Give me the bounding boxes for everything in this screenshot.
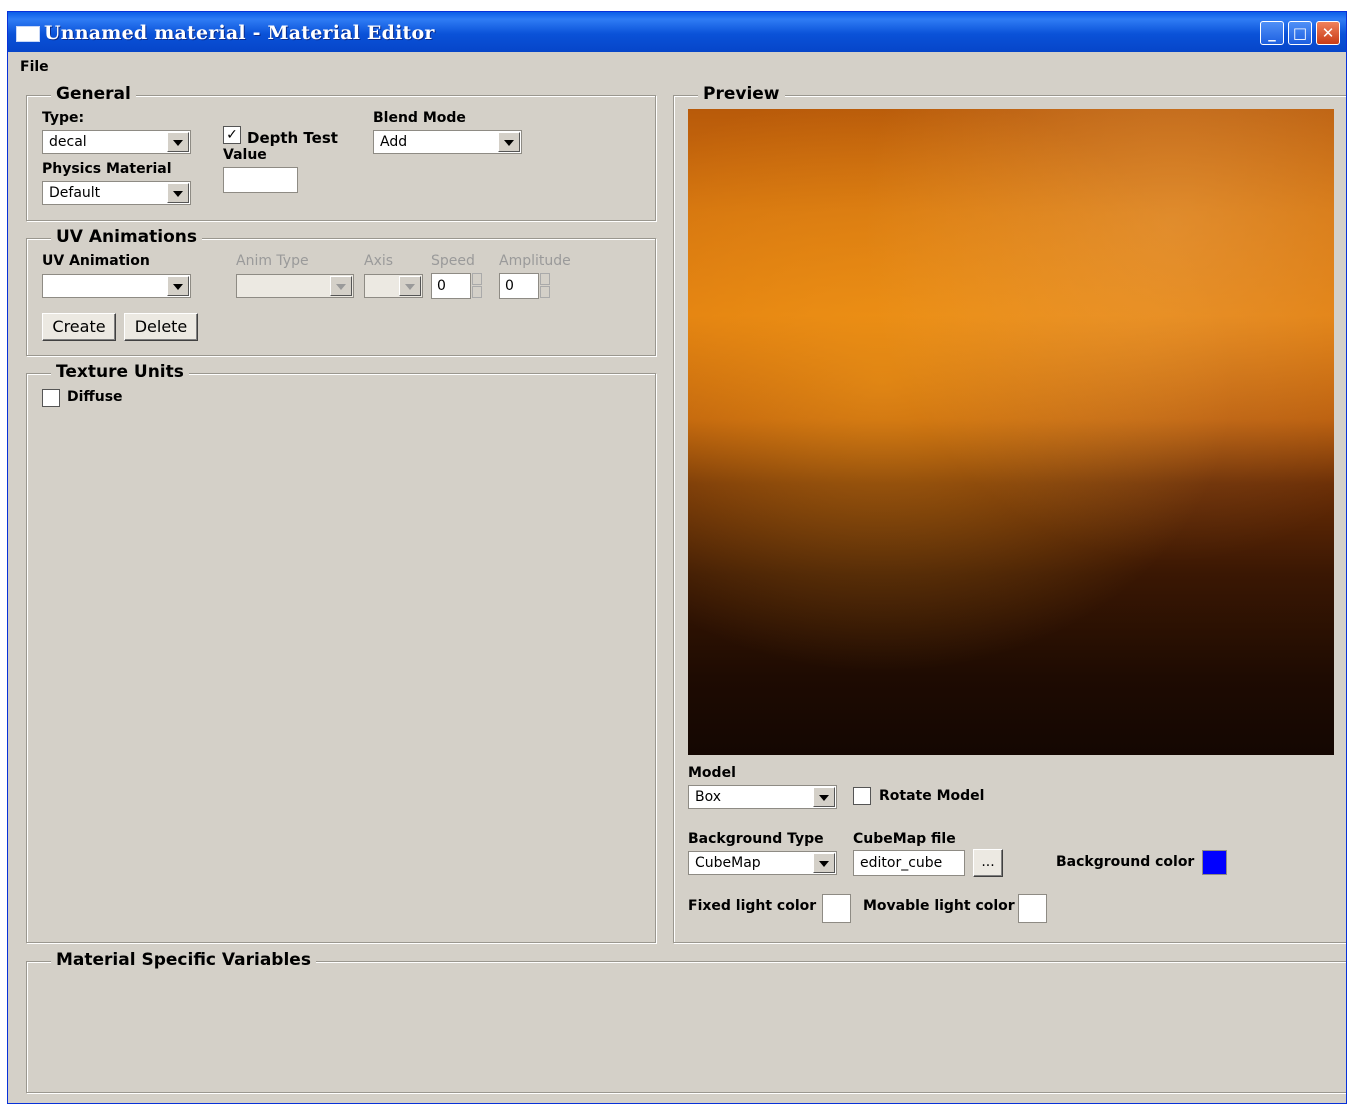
movable-light-color-swatch[interactable] — [1018, 894, 1047, 923]
uv-animation-label: UV Animation — [42, 253, 150, 269]
checkmark-icon: ✓ — [226, 127, 238, 143]
depth-test-checkbox[interactable]: ✓ — [223, 126, 241, 144]
type-label: Type: — [42, 110, 85, 126]
speed-input[interactable]: 0 — [431, 273, 471, 299]
type-select-value: decal — [49, 134, 87, 150]
texture-units-title: Texture Units — [51, 362, 189, 382]
chevron-down-icon[interactable] — [813, 787, 835, 807]
cubemap-file-input[interactable]: editor_cube — [853, 850, 965, 876]
amplitude-input[interactable]: 0 — [499, 273, 539, 299]
spin-down-icon[interactable] — [540, 286, 550, 298]
chevron-down-icon[interactable] — [813, 853, 835, 873]
axis-select[interactable] — [364, 274, 423, 298]
material-editor-window: Unnamed material - Material Editor _ □ ✕… — [7, 11, 1347, 1104]
preview-viewport[interactable] — [688, 109, 1334, 755]
chevron-down-icon[interactable] — [167, 183, 189, 203]
value-input[interactable] — [223, 167, 298, 193]
type-select[interactable]: decal — [42, 130, 191, 154]
window-icon — [16, 26, 40, 42]
chevron-down-icon[interactable] — [399, 276, 421, 296]
minimize-icon: _ — [1268, 24, 1276, 42]
fixed-light-color-swatch[interactable] — [822, 894, 851, 923]
depth-test-label: Depth Test — [247, 129, 338, 147]
background-type-label: Background Type — [688, 831, 824, 847]
uv-animation-select[interactable] — [42, 274, 191, 298]
background-color-swatch[interactable] — [1202, 850, 1227, 875]
delete-button[interactable]: Delete — [124, 313, 198, 341]
speed-spinner[interactable]: 0 — [431, 273, 483, 299]
close-icon: ✕ — [1321, 24, 1335, 42]
rotate-model-label: Rotate Model — [879, 788, 985, 804]
physics-material-value: Default — [49, 185, 101, 201]
create-button[interactable]: Create — [42, 313, 116, 341]
cubemap-file-label: CubeMap file — [853, 831, 956, 847]
uv-animations-title: UV Animations — [51, 227, 203, 247]
rotate-model-checkbox[interactable] — [853, 787, 871, 805]
amplitude-label: Amplitude — [499, 253, 571, 269]
chevron-down-icon[interactable] — [498, 132, 520, 152]
blend-mode-value: Add — [380, 134, 408, 150]
title-bar[interactable]: Unnamed material - Material Editor _ □ ✕ — [8, 12, 1346, 52]
diffuse-checkbox[interactable] — [42, 389, 60, 407]
speed-label: Speed — [431, 253, 475, 269]
spin-up-icon[interactable] — [540, 273, 550, 285]
movable-light-color-label: Movable light color — [863, 898, 1015, 914]
value-label: Value — [223, 147, 267, 163]
fixed-light-color-label: Fixed light color — [688, 898, 817, 914]
general-title: General — [51, 84, 136, 104]
model-label: Model — [688, 765, 736, 781]
window-title: Unnamed material - Material Editor — [44, 22, 435, 44]
chevron-down-icon[interactable] — [167, 132, 189, 152]
model-select[interactable]: Box — [688, 785, 837, 809]
maximize-icon: □ — [1292, 24, 1308, 42]
maximize-button[interactable]: □ — [1288, 21, 1312, 45]
menu-file[interactable]: File — [20, 59, 49, 75]
browse-button[interactable]: ... — [973, 849, 1003, 877]
amplitude-spinner[interactable]: 0 — [499, 273, 551, 299]
axis-label: Axis — [364, 253, 394, 269]
background-color-label: Background color — [1056, 854, 1195, 870]
chevron-down-icon[interactable] — [167, 276, 189, 296]
physics-material-label: Physics Material — [42, 161, 172, 177]
diffuse-label: Diffuse — [67, 389, 123, 405]
preview-title: Preview — [698, 84, 785, 104]
anim-type-select[interactable] — [236, 274, 354, 298]
texture-units-group: Texture Units Diffuse — [26, 362, 656, 943]
minimize-button[interactable]: _ — [1260, 21, 1284, 45]
blend-mode-select[interactable]: Add — [373, 130, 522, 154]
material-specific-variables-group: Material Specific Variables — [26, 950, 1346, 1093]
blend-mode-label: Blend Mode — [373, 110, 466, 126]
spin-down-icon[interactable] — [472, 286, 482, 298]
spin-up-icon[interactable] — [472, 273, 482, 285]
general-group: General Type: decal Physics Material Def… — [26, 84, 656, 221]
menu-bar: File — [8, 52, 1346, 76]
anim-type-label: Anim Type — [236, 253, 309, 269]
physics-material-select[interactable]: Default — [42, 181, 191, 205]
material-specific-variables-title: Material Specific Variables — [51, 950, 316, 970]
close-button[interactable]: ✕ — [1316, 21, 1340, 45]
chevron-down-icon[interactable] — [330, 276, 352, 296]
background-type-select[interactable]: CubeMap — [688, 851, 837, 875]
uv-animations-group: UV Animations UV Animation Anim Type Axi… — [26, 227, 656, 356]
